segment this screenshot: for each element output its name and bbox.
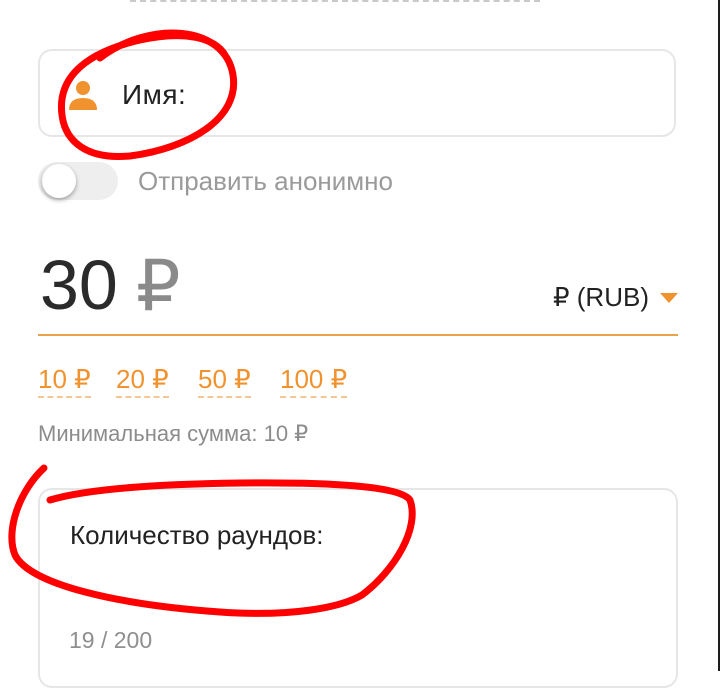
preset-10[interactable]: 10 ₽ [38,364,91,398]
rounds-field-label: Количество раундов: [70,520,324,550]
top-divider [130,0,540,4]
anonymous-toggle-knob[interactable] [42,164,76,198]
name-field-label: Имя: [122,79,187,110]
minimum-amount-note: Минимальная сумма: 10 ₽ [38,421,309,446]
amount-value[interactable]: 30 [40,245,118,325]
preset-50[interactable]: 50 ₽ [198,364,251,398]
preset-20[interactable]: 20 ₽ [116,364,169,398]
person-icon [69,81,97,110]
preset-100[interactable]: 100 ₽ [280,364,348,398]
anonymous-toggle-label: Отправить анонимно [138,166,393,196]
amount-underline [38,334,678,336]
rounds-field[interactable] [38,488,678,688]
caret-down-icon[interactable] [660,293,678,303]
amount-currency-symbol: ₽ [136,247,181,325]
currency-select[interactable]: ₽ (RUB) [553,282,649,313]
character-counter: 19 / 200 [69,627,153,653]
